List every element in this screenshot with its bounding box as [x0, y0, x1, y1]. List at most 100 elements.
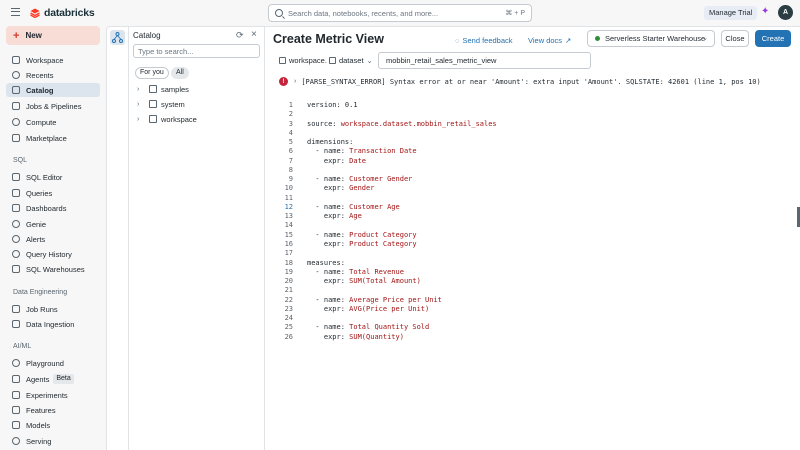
- warehouse-selector[interactable]: Serverless Starter Warehouse ⌄: [587, 30, 715, 47]
- code-line: 23 expr: AVG(Price per Unit): [273, 305, 793, 314]
- sidebar-item-serving[interactable]: Serving: [6, 434, 100, 448]
- code-line: 17: [273, 249, 793, 258]
- sidebar-item-models[interactable]: Models: [6, 418, 100, 432]
- assistant-sparkle-icon[interactable]: ✦: [761, 7, 769, 17]
- line-number: 10: [284, 184, 293, 193]
- code-line: 1 version: 0.1: [273, 101, 793, 110]
- filter-for-you[interactable]: For you: [135, 67, 169, 79]
- sidebar-item-job-runs[interactable]: Job Runs: [6, 302, 100, 316]
- create-button[interactable]: Create: [755, 30, 791, 47]
- sidebar-item-marketplace[interactable]: Marketplace: [6, 131, 100, 145]
- close-button[interactable]: Close: [721, 30, 749, 47]
- send-feedback-link[interactable]: ◌ Send feedback: [455, 36, 513, 45]
- global-search[interactable]: ⌘ + P: [268, 4, 532, 22]
- sidebar-item-data-ingestion[interactable]: Data Ingestion: [6, 317, 100, 331]
- beta-badge: Beta: [53, 374, 74, 384]
- sidebar-item-agents[interactable]: Agents Beta: [6, 372, 100, 386]
- sidebar-item-workspace[interactable]: Workspace: [6, 53, 100, 67]
- chevron-right-icon: ›: [137, 115, 140, 123]
- code-line: 15 - name: Product Category: [273, 231, 793, 240]
- filter-all[interactable]: All: [171, 67, 189, 79]
- code-line: 22 - name: Average Price per Unit: [273, 296, 793, 305]
- page-title: Create Metric View: [273, 32, 384, 46]
- search-shortcut: ⌘ + P: [505, 10, 525, 17]
- sidebar-item-label: SQL Warehouses: [26, 264, 85, 274]
- sidebar-item-experiments[interactable]: Experiments: [6, 388, 100, 402]
- sidebar-item-alerts[interactable]: Alerts: [6, 232, 100, 246]
- folder-icon: [12, 56, 20, 64]
- catalog-explorer-toggle[interactable]: [110, 30, 125, 45]
- global-search-input[interactable]: [288, 8, 488, 18]
- agents-icon: [12, 375, 20, 383]
- sidebar-item-dashboards[interactable]: Dashboards: [6, 201, 100, 215]
- feedback-icon: ◌: [455, 36, 460, 45]
- sidebar-item-label: Experiments: [26, 390, 68, 400]
- schema-selector[interactable]: workspace. dataset ⌄: [279, 56, 373, 65]
- error-message: [PARSE_SYNTAX_ERROR] Syntax error at or …: [301, 77, 761, 86]
- code-line: 16 expr: Product Category: [273, 240, 793, 249]
- new-button[interactable]: + New: [6, 26, 100, 45]
- catalog-icon: [149, 100, 157, 108]
- models-icon: [12, 421, 20, 429]
- code-value: Product Category: [349, 239, 417, 248]
- bell-icon: [12, 235, 20, 243]
- sidebar-item-playground[interactable]: Playground: [6, 356, 100, 370]
- yaml-code-editor[interactable]: 1 version: 0.1 2 3 source: workspace.dataset…: [273, 101, 793, 342]
- close-icon[interactable]: ×: [251, 29, 257, 40]
- line-number: 11: [284, 193, 293, 202]
- catalog-icon: [279, 57, 286, 64]
- code-key: - name:: [307, 295, 350, 304]
- error-banner[interactable]: ! › [PARSE_SYNTAX_ERROR] Syntax error at…: [279, 77, 761, 86]
- code-key: source:: [307, 119, 341, 128]
- tree-item-label: system: [161, 99, 185, 109]
- sidebar-item-sql-warehouses[interactable]: SQL Warehouses: [6, 262, 100, 276]
- sidebar-item-jobs-pipelines[interactable]: Jobs & Pipelines: [6, 99, 100, 113]
- chevron-down-icon: ⌄: [366, 56, 373, 65]
- view-name-input[interactable]: [378, 52, 591, 69]
- tree-item-system[interactable]: › system: [137, 98, 185, 110]
- databricks-logo[interactable]: databricks: [30, 7, 95, 19]
- code-value: AVG(Price per Unit): [349, 304, 430, 313]
- catalog-icon: [149, 85, 157, 93]
- sidebar-item-query-history[interactable]: Query History: [6, 247, 100, 261]
- cloud-icon: [12, 118, 20, 126]
- sidebar-item-label: Serving: [26, 436, 52, 446]
- manage-trial-button[interactable]: Manage Trial: [704, 6, 758, 20]
- playground-icon: [12, 359, 20, 367]
- sidebar-item-compute[interactable]: Compute: [6, 115, 100, 129]
- tree-item-workspace[interactable]: › workspace: [137, 113, 197, 125]
- code-line: 9 - name: Customer Gender: [273, 175, 793, 184]
- code-key: expr:: [307, 239, 350, 248]
- code-key: measures:: [307, 258, 345, 267]
- catalog-panel: Catalog ⟳ × For you All › samples › system…: [129, 27, 265, 450]
- code-line: 7 expr: Date: [273, 157, 793, 166]
- menu-icon[interactable]: [11, 8, 20, 16]
- sidebar-item-sql-editor[interactable]: SQL Editor: [6, 170, 100, 184]
- line-number: 23: [284, 304, 293, 313]
- line-number: 1: [288, 101, 293, 109]
- sidebar-item-queries[interactable]: Queries: [6, 186, 100, 200]
- sidebar-item-catalog[interactable]: Catalog: [6, 83, 100, 97]
- code-line: 13 expr: Age: [273, 212, 793, 221]
- code-key: - name:: [307, 202, 350, 211]
- sidebar-item-features[interactable]: Features: [6, 403, 100, 417]
- view-docs-link[interactable]: View docs ↗: [528, 36, 571, 45]
- sidebar-item-label: Models: [26, 420, 51, 430]
- code-line: 4: [273, 129, 793, 138]
- line-number: 17: [284, 249, 293, 258]
- code-line: 2: [273, 110, 793, 119]
- dashboard-icon: [12, 204, 20, 212]
- user-avatar[interactable]: A: [778, 5, 793, 20]
- catalog-search-input[interactable]: [133, 44, 260, 58]
- sidebar-item-label: SQL Editor: [26, 172, 63, 182]
- status-dot: [595, 36, 600, 41]
- code-value: Average Price per Unit: [349, 295, 442, 304]
- refresh-icon[interactable]: ⟳: [236, 30, 244, 41]
- line-number: 9: [288, 175, 293, 184]
- brand-name: databricks: [44, 7, 95, 19]
- sidebar-item-label: Dashboards: [26, 203, 67, 213]
- sidebar-item-recents[interactable]: Recents: [6, 68, 100, 82]
- tree-item-samples[interactable]: › samples: [137, 83, 189, 95]
- tree-item-label: workspace: [161, 114, 197, 124]
- sidebar-item-genie[interactable]: Genie: [6, 217, 100, 231]
